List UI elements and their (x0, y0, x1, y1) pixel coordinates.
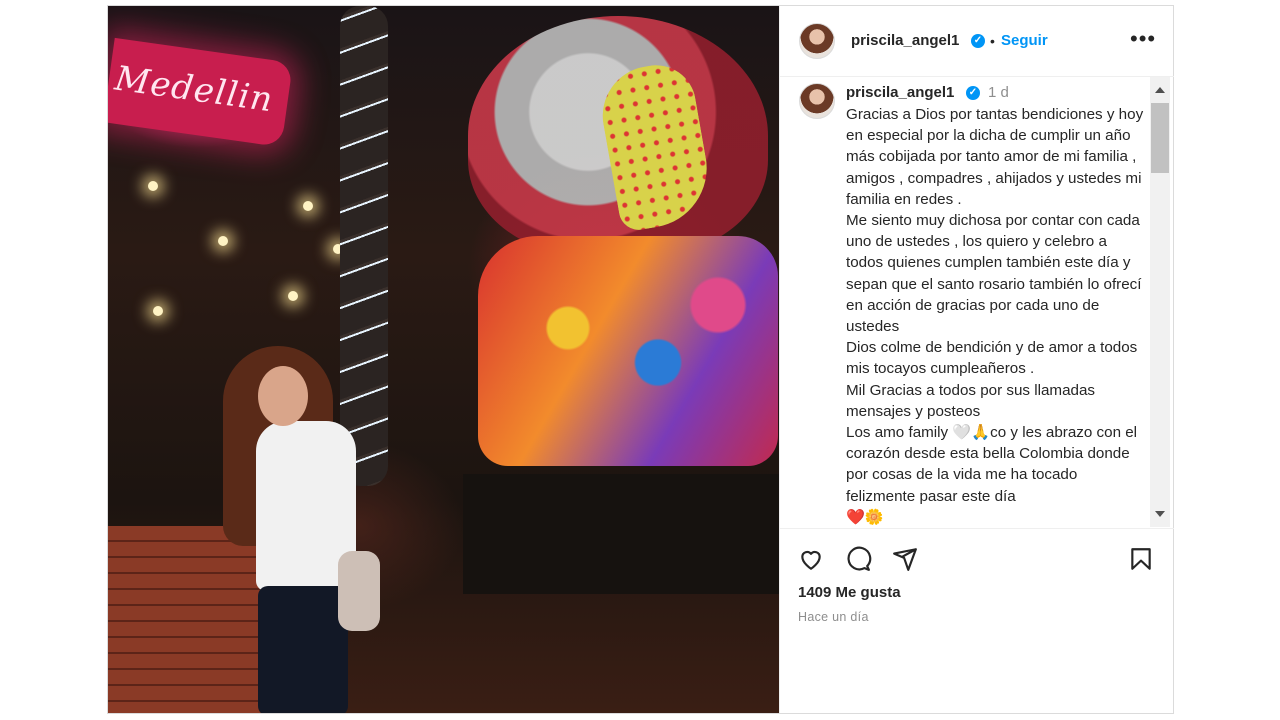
cow-sculpture (478, 236, 778, 466)
string-light (288, 291, 298, 301)
share-icon[interactable] (891, 546, 919, 572)
caption-username[interactable]: priscila_angel1 (846, 84, 954, 101)
string-light (153, 306, 163, 316)
woman-pants (258, 586, 348, 713)
neon-sign-text: Medellin (112, 58, 276, 121)
header-separator: • (990, 33, 995, 49)
instagram-post: Medellin priscila_angel1 ✓ • Seguir ••• (107, 5, 1174, 714)
verified-badge-icon: ✓ (966, 86, 980, 100)
comments-scrollbar[interactable] (1150, 77, 1170, 527)
post-sidebar: priscila_angel1 ✓ • Seguir ••• priscila_… (779, 6, 1174, 713)
caption-time[interactable]: 1 d (988, 84, 1009, 101)
post-header: priscila_angel1 ✓ • Seguir ••• (780, 6, 1174, 77)
handbag (338, 551, 380, 631)
post-photo[interactable]: Medellin (108, 6, 779, 713)
scroll-thumb[interactable] (1151, 103, 1169, 173)
post-actions: 1409 Me gusta Hace un día (780, 528, 1174, 714)
caption-avatar[interactable] (799, 83, 835, 119)
caption-text: Gracias a Dios por tantas bendiciones y … (846, 106, 1144, 526)
more-options-icon[interactable]: ••• (1130, 26, 1156, 52)
scroll-down-arrow-icon[interactable] (1155, 511, 1165, 517)
posted-time[interactable]: Hace un día (798, 610, 869, 624)
string-light (148, 181, 158, 191)
comment-icon[interactable] (844, 546, 872, 572)
likes-count[interactable]: 1409 Me gusta (798, 584, 901, 601)
author-username[interactable]: priscila_angel1 (851, 32, 959, 49)
comments-section[interactable]: priscila_angel1 ✓ 1 d Gracias a Dios por… (780, 77, 1174, 527)
author-avatar[interactable] (799, 23, 835, 59)
scroll-up-arrow-icon[interactable] (1155, 87, 1165, 93)
neon-sign: Medellin (108, 37, 294, 148)
string-light (303, 201, 313, 211)
woman-face (258, 366, 308, 426)
heart-icon[interactable] (797, 546, 825, 572)
string-light (218, 236, 228, 246)
follow-button[interactable]: Seguir (1001, 32, 1048, 49)
lit-palm-trunk (340, 6, 388, 486)
pedestal (463, 474, 779, 594)
verified-badge-icon: ✓ (971, 34, 985, 48)
bookmark-icon[interactable] (1128, 546, 1154, 572)
